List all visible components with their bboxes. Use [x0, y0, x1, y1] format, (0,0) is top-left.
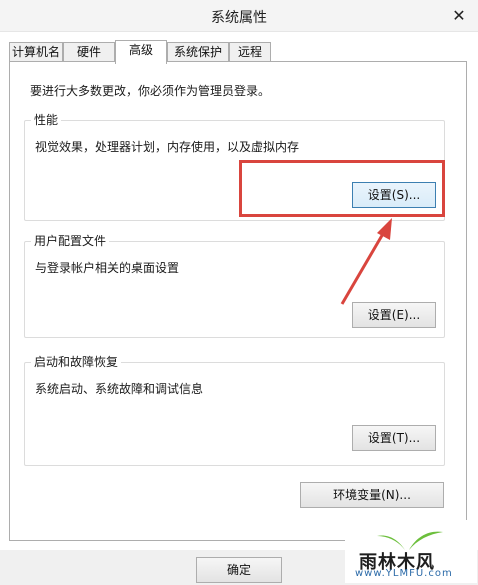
red-arrow-annotation [340, 218, 392, 305]
ok-button[interactable]: 确定 [196, 557, 282, 583]
tab-advanced[interactable]: 高级 [115, 40, 167, 64]
site-watermark: 雨林木风 www.YLMFU.com [345, 520, 477, 583]
watermark-url: www.YLMFU.com [355, 568, 453, 579]
